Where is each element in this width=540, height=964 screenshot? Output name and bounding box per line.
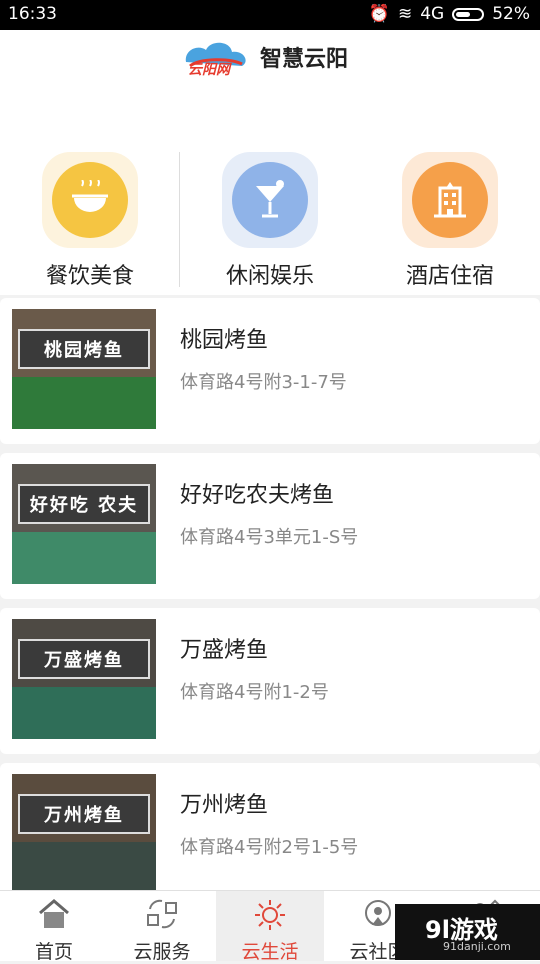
- cloud-logo-icon: 云阳网: [180, 36, 252, 78]
- category-food-label: 餐饮美食: [45, 264, 134, 289]
- signal-text: 4G: [420, 4, 445, 24]
- restaurant-name: 万盛烤鱼: [180, 638, 269, 663]
- category-divider: [179, 152, 180, 287]
- hotel-building-icon: [412, 162, 488, 238]
- page-title: 智慧云阳: [260, 47, 349, 72]
- restaurant-photo: 万盛烤鱼: [12, 619, 156, 739]
- restaurant-name: 桃园烤鱼: [180, 328, 269, 353]
- status-time: 16:33: [8, 4, 57, 24]
- battery-percent: 52%: [492, 4, 530, 24]
- header-area: 云阳网 智慧云阳 餐饮美食 休闲娱乐 酒店住宿: [0, 30, 540, 295]
- list-item[interactable]: 万州烤鱼 万州烤鱼 体育路4号附2号1-5号: [0, 763, 540, 909]
- tab-home[interactable]: 首页: [0, 891, 108, 963]
- restaurant-address: 体育路4号附3-1-7号: [180, 372, 347, 393]
- status-bar: 16:33 ⏰ ≋ 4G 52%: [0, 0, 540, 30]
- cocktail-icon: [232, 162, 308, 238]
- watermark-logo: 9l游戏 91danji.com: [395, 904, 540, 960]
- restaurant-name: 好好吃农夫烤鱼: [180, 483, 335, 508]
- app-logo: 云阳网 智慧云阳: [180, 36, 348, 78]
- restaurant-address: 体育路4号附2号1-5号: [180, 837, 359, 858]
- restaurant-photo: 好好吃 农夫: [12, 464, 156, 584]
- battery-icon: [452, 7, 485, 21]
- wifi-icon: ≋: [397, 4, 413, 24]
- status-icons: ⏰ ≋ 4G 52%: [369, 4, 530, 24]
- list-item[interactable]: 好好吃 农夫 好好吃农夫烤鱼 体育路4号3单元1-S号: [0, 453, 540, 599]
- noodle-bowl-icon: [52, 162, 128, 238]
- category-food[interactable]: 餐饮美食: [30, 152, 150, 290]
- restaurant-address: 体育路4号附1-2号: [180, 682, 329, 703]
- restaurant-name: 万州烤鱼: [180, 793, 269, 818]
- category-leisure-label: 休闲娱乐: [225, 264, 314, 289]
- svg-text:云阳网: 云阳网: [188, 62, 232, 78]
- list-item[interactable]: 桃园烤鱼 桃园烤鱼 体育路4号附3-1-7号: [0, 298, 540, 444]
- tab-service[interactable]: 云服务: [108, 891, 216, 963]
- sun-icon: [255, 900, 285, 930]
- category-hotel[interactable]: 酒店住宿: [390, 152, 510, 290]
- category-hotel-label: 酒店住宿: [405, 264, 494, 289]
- tab-life[interactable]: 云生活: [216, 891, 324, 963]
- restaurant-photo: 桃园烤鱼: [12, 309, 156, 429]
- list-item[interactable]: 万盛烤鱼 万盛烤鱼 体育路4号附1-2号: [0, 608, 540, 754]
- category-leisure[interactable]: 休闲娱乐: [210, 152, 330, 290]
- restaurant-photo: 万州烤鱼: [12, 774, 156, 894]
- service-icon: [147, 899, 177, 929]
- home-icon: [39, 899, 69, 928]
- community-icon: [365, 900, 391, 926]
- restaurant-address: 体育路4号3单元1-S号: [180, 527, 359, 548]
- alarm-icon: ⏰: [368, 4, 390, 24]
